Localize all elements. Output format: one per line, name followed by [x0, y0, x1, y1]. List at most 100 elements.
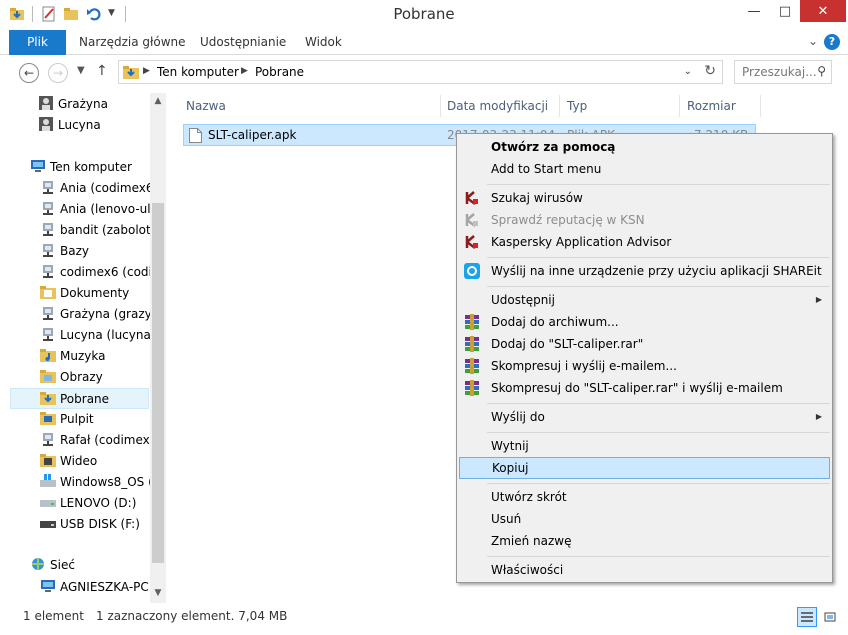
- menu-item-compress-rar-email[interactable]: Skompresuj do "SLT-caliper.rar" i wyślij…: [459, 377, 830, 399]
- nav-item-pictures[interactable]: Obrazy: [40, 367, 166, 388]
- close-button[interactable]: ✕: [800, 0, 846, 22]
- nav-item-rafal[interactable]: Rafał (codimex6): [40, 430, 166, 451]
- menu-item-kaspersky-advisor[interactable]: Kaspersky Application Advisor: [459, 231, 830, 253]
- column-separator[interactable]: [559, 95, 560, 117]
- nav-item-desktop[interactable]: Pulpit: [40, 409, 166, 430]
- forward-button[interactable]: →: [48, 63, 68, 83]
- minimize-button[interactable]: —: [739, 0, 769, 22]
- menu-item-share[interactable]: Udostępnij ▶: [459, 289, 830, 311]
- window-title: Pobrane: [393, 5, 455, 23]
- nav-item-videos[interactable]: Wideo: [40, 451, 166, 472]
- winrar-icon: [465, 336, 479, 352]
- search-icon[interactable]: ⚲: [817, 64, 826, 78]
- menu-separator: [487, 556, 830, 557]
- scroll-up-icon[interactable]: ▲: [152, 96, 164, 106]
- menu-item-scan-viruses[interactable]: Szukaj wirusów: [459, 187, 830, 209]
- nav-item-ania-lenovo[interactable]: Ania (lenovo-ultr: [40, 199, 166, 220]
- menu-item-cut[interactable]: Wytnij: [459, 435, 830, 457]
- nav-item-ania-codimex6[interactable]: Ania (codimex6): [40, 178, 166, 199]
- nav-item-agnieszka-pc[interactable]: AGNIESZKA-PC: [40, 577, 166, 598]
- column-date[interactable]: Data modyfikacji: [447, 99, 548, 113]
- help-button[interactable]: ?: [824, 34, 840, 50]
- menu-item-open-with[interactable]: Otwórz za pomocą: [459, 136, 830, 158]
- menu-separator: [487, 432, 830, 433]
- column-separator[interactable]: [760, 95, 761, 117]
- tab-home[interactable]: Narzędzia główne: [69, 30, 196, 55]
- address-dropdown-icon[interactable]: ⌄: [684, 66, 692, 77]
- refresh-icon[interactable]: ↻: [704, 63, 716, 79]
- up-button[interactable]: ↑: [96, 63, 108, 79]
- tab-share[interactable]: Udostępnianie: [190, 30, 296, 55]
- menu-item-compress-email[interactable]: Skompresuj i wyślij e-mailem...: [459, 355, 830, 377]
- nav-item-lucyna[interactable]: Lucyna: [38, 115, 166, 136]
- context-menu: Otwórz za pomocą Add to Start menu Szuka…: [456, 133, 833, 583]
- menu-separator: [487, 403, 830, 404]
- maximize-button[interactable]: □: [770, 0, 800, 22]
- network-drive-icon: [43, 307, 53, 320]
- column-name[interactable]: Nazwa: [186, 99, 226, 113]
- nav-item-codimex6[interactable]: codimex6 (codim: [40, 262, 166, 283]
- user-icon: [39, 117, 53, 131]
- menu-item-add-to-rar[interactable]: Dodaj do "SLT-caliper.rar": [459, 333, 830, 355]
- breadcrumb-separator-icon[interactable]: ▶: [143, 66, 150, 76]
- winrar-icon: [465, 380, 479, 396]
- desktop-folder-icon: [40, 412, 56, 425]
- nav-item-drive-f[interactable]: USB DISK (F:): [40, 514, 166, 535]
- nav-item-music[interactable]: Muzyka: [40, 346, 166, 367]
- breadcrumb-downloads[interactable]: Pobrane: [255, 65, 304, 79]
- menu-separator: [487, 483, 830, 484]
- back-button[interactable]: ←: [19, 63, 39, 83]
- menu-item-rename[interactable]: Zmień nazwę: [459, 530, 830, 552]
- network-drive-icon: [43, 223, 53, 236]
- menu-item-send-to[interactable]: Wyślij do ▶: [459, 406, 830, 428]
- nav-item-documents[interactable]: Dokumenty: [40, 283, 166, 304]
- details-view-button[interactable]: [797, 607, 817, 627]
- menu-item-copy[interactable]: Kopiuj: [459, 457, 830, 479]
- address-bar[interactable]: ▶ Ten komputer ▶ Pobrane ⌄ ↻: [118, 60, 723, 84]
- nav-item-drive-c[interactable]: Windows8_OS (C: [40, 472, 166, 493]
- nav-item-this-pc[interactable]: Ten komputer: [30, 157, 166, 178]
- search-box[interactable]: Przeszukaj... ⚲: [734, 60, 832, 84]
- nav-item-bandit[interactable]: bandit (zabolotny: [40, 220, 166, 241]
- menu-separator: [487, 286, 830, 287]
- column-type[interactable]: Typ: [567, 99, 587, 113]
- menu-item-shareit[interactable]: Wyślij na inne urządzenie przy użyciu ap…: [459, 260, 830, 282]
- nav-item-grazyna-share[interactable]: Grażyna (grazyna: [40, 304, 166, 325]
- column-size[interactable]: Rozmiar: [687, 99, 736, 113]
- expand-ribbon-icon[interactable]: ⌄: [808, 34, 818, 48]
- navigation-bar: ← → ▼ ↑ ▶ Ten komputer ▶ Pobrane ⌄ ↻ Prz…: [0, 55, 848, 91]
- pc-icon: [41, 580, 55, 592]
- menu-item-add-to-start[interactable]: Add to Start menu: [459, 158, 830, 180]
- recent-locations-icon[interactable]: ▼: [77, 65, 85, 76]
- network-drive-icon: [43, 433, 53, 446]
- details-view-icon: [801, 612, 813, 622]
- nav-item-drive-d[interactable]: LENOVO (D:): [40, 493, 166, 514]
- nav-item-downloads[interactable]: Pobrane: [10, 388, 149, 409]
- search-input[interactable]: Przeszukaj...: [742, 65, 817, 79]
- breadcrumb-this-pc[interactable]: Ten komputer: [157, 65, 239, 79]
- scrollbar-thumb[interactable]: [152, 203, 164, 563]
- column-separator[interactable]: [679, 95, 680, 117]
- menu-item-create-shortcut[interactable]: Utwórz skrót: [459, 486, 830, 508]
- title-bar: ▼ Pobrane — □ ✕: [0, 0, 848, 30]
- shareit-icon: [464, 263, 480, 279]
- menu-item-delete[interactable]: Usuń: [459, 508, 830, 530]
- menu-item-check-ksn[interactable]: Sprawdź reputację w KSN: [459, 209, 830, 231]
- nav-item-grazyna[interactable]: Grażyna: [38, 94, 166, 115]
- breadcrumb-separator-icon[interactable]: ▶: [241, 66, 248, 76]
- network-drive-icon: [43, 265, 53, 278]
- large-icons-view-button[interactable]: [820, 607, 840, 627]
- nav-item-network[interactable]: Sieć: [30, 555, 166, 576]
- network-drive-icon: [43, 328, 53, 341]
- nav-scrollbar[interactable]: ▲ ▼: [150, 93, 166, 603]
- kaspersky-icon: [465, 191, 478, 205]
- tab-view[interactable]: Widok: [295, 30, 352, 55]
- scroll-down-icon[interactable]: ▼: [152, 588, 164, 598]
- drive-icon: [40, 500, 56, 507]
- nav-item-bazy[interactable]: Bazy: [40, 241, 166, 262]
- menu-item-add-to-archive[interactable]: Dodaj do archiwum...: [459, 311, 830, 333]
- menu-item-properties[interactable]: Właściwości: [459, 559, 830, 581]
- nav-item-lucyna-share[interactable]: Lucyna (lucyna-p: [40, 325, 166, 346]
- tab-file[interactable]: Plik: [9, 30, 66, 55]
- column-separator[interactable]: [440, 95, 441, 117]
